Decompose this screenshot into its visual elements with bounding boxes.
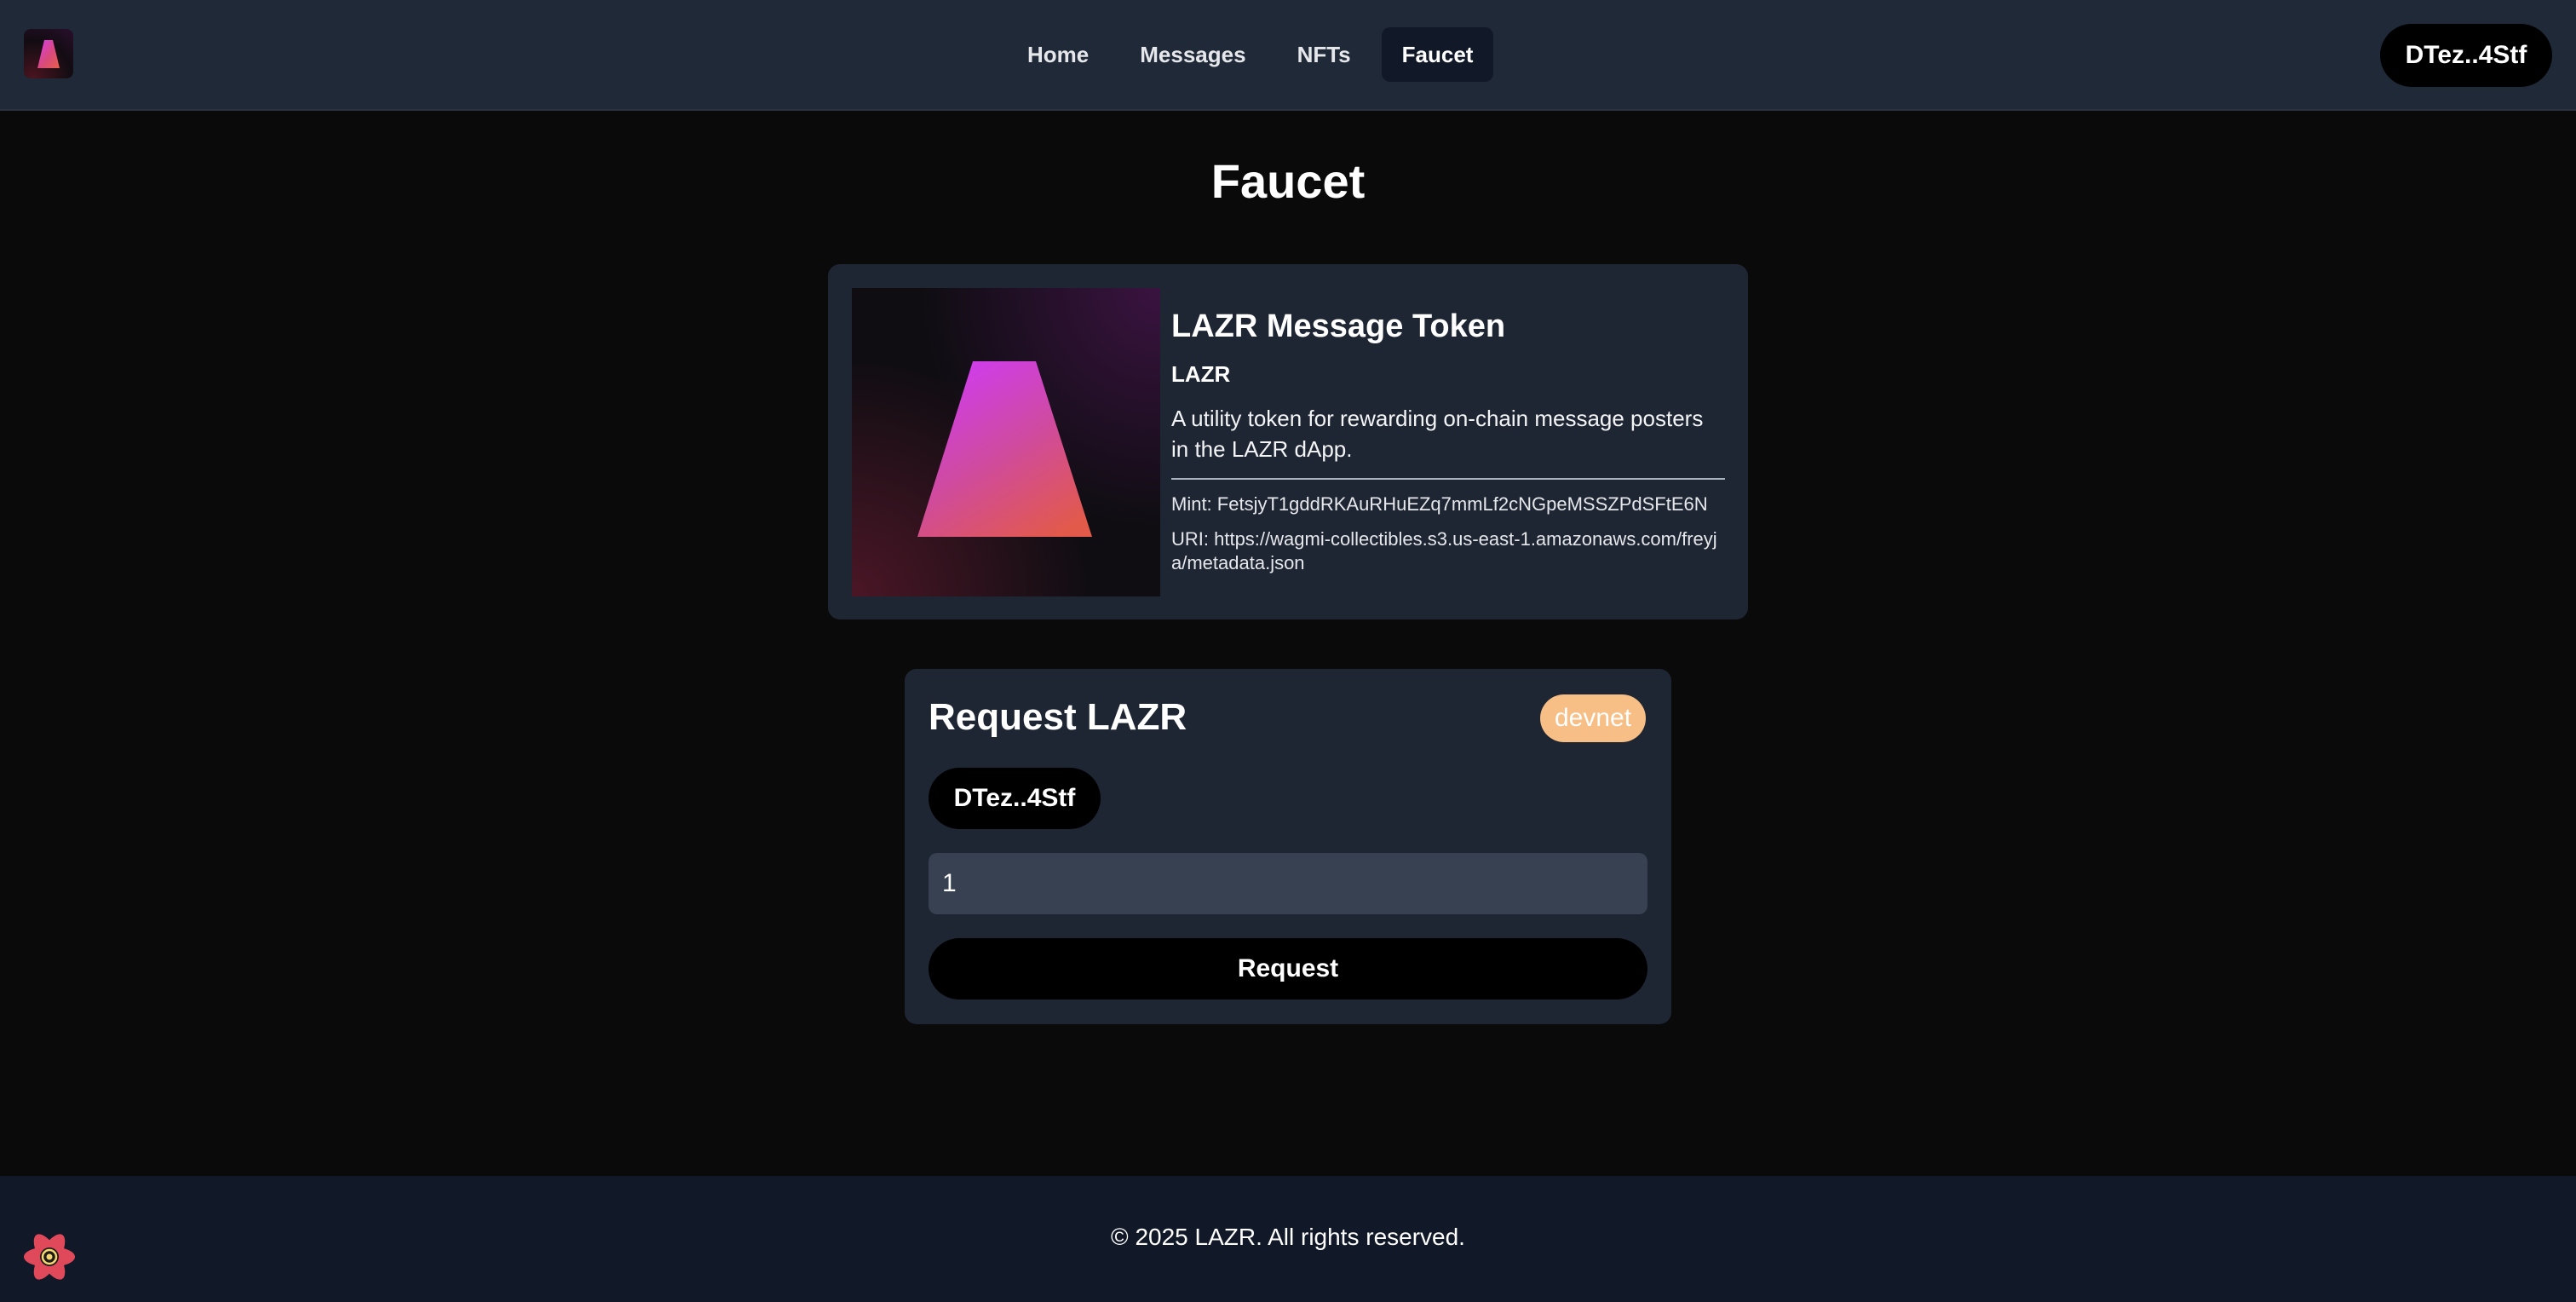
page: Home Messages NFTs Faucet DTez..4Stf Fau…	[0, 0, 2576, 1302]
nav-nfts[interactable]: NFTs	[1277, 27, 1371, 82]
footer: © 2025 LAZR. All rights reserved.	[0, 1176, 2576, 1302]
token-mint-address: Mint: FetsjyT1gddRKAuRHuEZq7mmLf2cNGpeMS…	[1171, 493, 1708, 515]
page-title: Faucet	[1210, 154, 1366, 208]
token-description: A utility token for rewarding on-chain m…	[1171, 406, 1704, 462]
request-card: Request LAZR devnet DTez..4Stf Request	[905, 669, 1671, 1024]
token-symbol: LAZR	[1171, 361, 1231, 387]
lazr-logo-icon	[917, 361, 1092, 537]
wallet-button[interactable]: DTez..4Stf	[2380, 24, 2552, 87]
token-divider	[1171, 478, 1725, 480]
main-nav: Home Messages NFTs Faucet	[1007, 27, 1494, 82]
token-info: LAZR Message Token LAZR A utility token …	[1171, 307, 1725, 575]
nav-faucet[interactable]: Faucet	[1381, 27, 1494, 82]
lazr-logo-icon[interactable]	[24, 29, 73, 78]
request-title: Request LAZR	[929, 696, 1187, 738]
request-button[interactable]: Request	[929, 938, 1647, 1000]
copyright-text: © 2025 LAZR. All rights reserved.	[1111, 1224, 1465, 1250]
nav-messages[interactable]: Messages	[1119, 27, 1266, 82]
top-navbar: Home Messages NFTs Faucet DTez..4Stf	[0, 0, 2576, 111]
token-image	[852, 288, 1160, 596]
recipient-address-button[interactable]: DTez..4Stf	[929, 768, 1101, 829]
token-uri: URI: https://wagmi-collectibles.s3.us-ea…	[1171, 528, 1717, 573]
network-badge: devnet	[1540, 694, 1646, 742]
token-card: LAZR Message Token LAZR A utility token …	[828, 264, 1748, 619]
nav-home[interactable]: Home	[1007, 27, 1109, 82]
amount-input[interactable]	[929, 853, 1647, 914]
token-name: LAZR Message Token	[1171, 308, 1506, 344]
